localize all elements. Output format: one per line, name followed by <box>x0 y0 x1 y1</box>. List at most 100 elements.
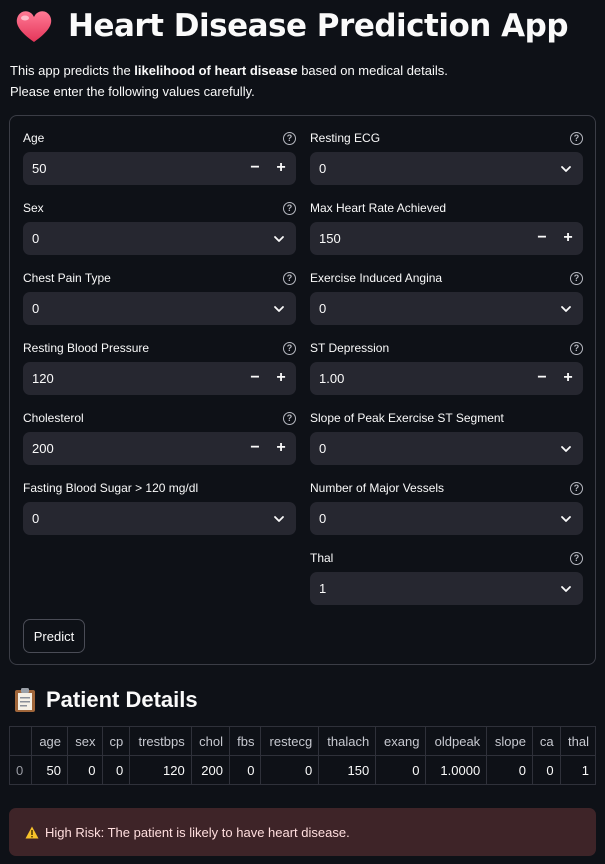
column-header-exang: exang <box>375 726 427 756</box>
cell-thal: 1 <box>559 755 597 785</box>
table-row: 0 50 0 0 120 200 0 0 150 0 1.0000 0 0 1 <box>9 755 597 785</box>
page-title: Heart Disease Prediction App <box>12 6 569 46</box>
column-header-age: age <box>30 726 69 756</box>
column-header-trestbps: trestbps <box>129 726 192 756</box>
column-header-oldpeak: oldpeak <box>425 726 488 756</box>
resting-bp-value[interactable]: 120 <box>32 371 54 386</box>
fbs-value[interactable]: 0 <box>32 511 39 526</box>
column-header-chol: chol <box>190 726 230 756</box>
help-icon[interactable]: ? <box>570 552 583 565</box>
max-hr-label: Max Heart Rate Achieved <box>310 201 447 215</box>
warning-icon <box>25 826 39 839</box>
st-depression-number-input[interactable]: 1.00 − + <box>310 362 583 395</box>
chevron-down-icon[interactable] <box>560 583 572 595</box>
chest-pain-label: Chest Pain Type <box>23 271 111 285</box>
fbs-field: Fasting Blood Sugar > 120 mg/dl 0 <box>23 466 296 535</box>
patient-details-table: age sex cp trestbps chol fbs restecg thalach exa… <box>9 726 597 785</box>
max-hr-value[interactable]: 150 <box>319 231 341 246</box>
cell-exang: 0 <box>375 755 427 785</box>
slope-field: Slope of Peak Exercise ST Segment 0 <box>310 396 583 465</box>
intro-line-2: Please enter the following values carefu… <box>10 84 255 99</box>
resting-bp-label: Resting Blood Pressure <box>23 341 150 355</box>
chevron-down-icon[interactable] <box>560 163 572 175</box>
max-hr-increment-button[interactable]: + <box>557 227 579 249</box>
major-vessels-select[interactable]: 0 <box>310 502 583 535</box>
age-number-input[interactable]: 50 − + <box>23 152 296 185</box>
resting-bp-number-input[interactable]: 120 − + <box>23 362 296 395</box>
st-depression-decrement-button[interactable]: − <box>531 367 553 389</box>
help-icon[interactable]: ? <box>283 202 296 215</box>
cholesterol-decrement-button[interactable]: − <box>244 437 266 459</box>
resting-bp-increment-button[interactable]: + <box>270 367 292 389</box>
resting-bp-decrement-button[interactable]: − <box>244 367 266 389</box>
resting-ecg-field: Resting ECG ? 0 <box>310 116 583 185</box>
cholesterol-value[interactable]: 200 <box>32 441 54 456</box>
chevron-down-icon[interactable] <box>273 233 285 245</box>
st-depression-label: ST Depression <box>310 341 390 355</box>
intro-suffix: based on medical details. <box>297 63 448 78</box>
chevron-down-icon[interactable] <box>273 513 285 525</box>
chest-pain-field: Chest Pain Type ? 0 <box>23 256 296 325</box>
help-icon[interactable]: ? <box>283 272 296 285</box>
slope-select[interactable]: 0 <box>310 432 583 465</box>
cholesterol-increment-button[interactable]: + <box>270 437 292 459</box>
age-increment-button[interactable]: + <box>270 157 292 179</box>
cell-sex: 0 <box>67 755 103 785</box>
help-icon[interactable]: ? <box>283 412 296 425</box>
age-decrement-button[interactable]: − <box>244 157 266 179</box>
major-vessels-field: Number of Major Vessels ? 0 <box>310 466 583 535</box>
help-icon[interactable]: ? <box>570 132 583 145</box>
help-icon[interactable]: ? <box>570 482 583 495</box>
patient-details-title: Patient Details <box>46 687 198 712</box>
column-header-thal: thal <box>559 726 597 756</box>
cell-restecg: 0 <box>260 755 320 785</box>
cell-trestbps: 120 <box>129 755 192 785</box>
slope-value[interactable]: 0 <box>319 441 326 456</box>
predict-button[interactable]: Predict <box>23 619 85 653</box>
exercise-angina-value[interactable]: 0 <box>319 301 326 316</box>
cholesterol-label: Cholesterol <box>23 411 84 425</box>
max-hr-field: Max Heart Rate Achieved 150 − + <box>310 186 583 255</box>
help-icon[interactable]: ? <box>283 342 296 355</box>
column-header-thalach: thalach <box>318 726 377 756</box>
chevron-down-icon[interactable] <box>560 513 572 525</box>
fbs-label: Fasting Blood Sugar > 120 mg/dl <box>23 481 199 495</box>
intro-text: This app predicts the likelihood of hear… <box>10 60 448 102</box>
sex-field: Sex ? 0 <box>23 186 296 255</box>
column-header-ca: ca <box>531 726 561 756</box>
chest-pain-value[interactable]: 0 <box>32 301 39 316</box>
sex-value[interactable]: 0 <box>32 231 39 246</box>
chevron-down-icon[interactable] <box>560 443 572 455</box>
cholesterol-field: Cholesterol ? 200 − + <box>23 396 296 465</box>
thal-select[interactable]: 1 <box>310 572 583 605</box>
cell-slope: 0 <box>486 755 533 785</box>
cell-age: 50 <box>30 755 69 785</box>
exercise-angina-label: Exercise Induced Angina <box>310 271 443 285</box>
chevron-down-icon[interactable] <box>273 303 285 315</box>
chevron-down-icon[interactable] <box>560 303 572 315</box>
cell-chol: 200 <box>190 755 230 785</box>
major-vessels-value[interactable]: 0 <box>319 511 326 526</box>
index-header <box>9 726 32 756</box>
fbs-select[interactable]: 0 <box>23 502 296 535</box>
row-index: 0 <box>9 755 32 785</box>
help-icon[interactable]: ? <box>570 342 583 355</box>
cell-oldpeak: 1.0000 <box>425 755 488 785</box>
cholesterol-number-input[interactable]: 200 − + <box>23 432 296 465</box>
age-value[interactable]: 50 <box>32 161 46 176</box>
st-depression-increment-button[interactable]: + <box>557 367 579 389</box>
chest-pain-select[interactable]: 0 <box>23 292 296 325</box>
max-hr-decrement-button[interactable]: − <box>531 227 553 249</box>
st-depression-value[interactable]: 1.00 <box>319 371 344 386</box>
help-icon[interactable]: ? <box>570 272 583 285</box>
intro-prefix: This app predicts the <box>10 63 135 78</box>
exercise-angina-select[interactable]: 0 <box>310 292 583 325</box>
max-hr-number-input[interactable]: 150 − + <box>310 222 583 255</box>
resting-ecg-select[interactable]: 0 <box>310 152 583 185</box>
input-form: Age ? 50 − + Sex ? 0 Chest Pain Type ? 0… <box>9 115 596 665</box>
column-header-fbs: fbs <box>228 726 262 756</box>
resting-ecg-value[interactable]: 0 <box>319 161 326 176</box>
help-icon[interactable]: ? <box>283 132 296 145</box>
sex-select[interactable]: 0 <box>23 222 296 255</box>
thal-value[interactable]: 1 <box>319 581 326 596</box>
